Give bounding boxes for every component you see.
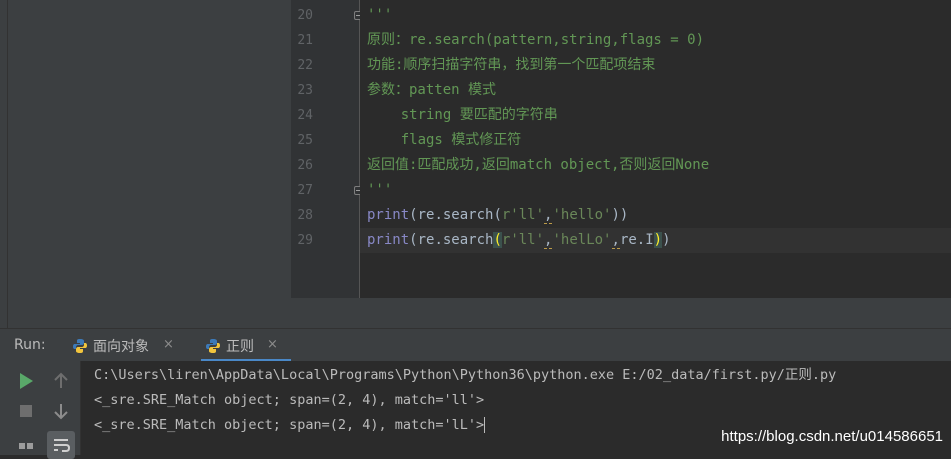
tab-label: 面向对象 xyxy=(93,339,149,355)
line-number: 24 xyxy=(297,108,313,123)
code-line: 原则：re.search(pattern,string,flags = 0) xyxy=(367,28,704,53)
rerun-icon[interactable] xyxy=(14,369,38,393)
line-number-gutter: 20 21 22 23 24 25 26 27 28 29 xyxy=(291,0,363,298)
console-output-line: <_sre.SRE_Match object; span=(2, 4), mat… xyxy=(94,413,486,438)
code-token: 返回值:匹配成功,返回match object,否则返回None xyxy=(367,157,710,173)
line-number: 26 xyxy=(297,158,313,173)
line-number: 29 xyxy=(297,233,313,248)
code-token: (re.search( xyxy=(409,207,502,223)
code-token: flags 模式修正符 xyxy=(367,132,522,148)
code-token: 功能:顺序扫描字符串，找到第一个匹配项结束 xyxy=(367,57,656,73)
layout-icon[interactable] xyxy=(14,435,38,459)
line-number: 25 xyxy=(297,133,313,148)
code-editor[interactable]: ''' 原则：re.search(pattern,string,flags = 0… xyxy=(360,0,951,298)
line-number: 20 xyxy=(297,8,313,23)
run-tool-window-header: Run: 面向对象 × 正则 × xyxy=(0,328,951,362)
code-token: , xyxy=(611,232,620,249)
line-number: 21 xyxy=(297,33,313,48)
code-token: ) xyxy=(653,232,663,248)
line-number: 28 xyxy=(297,208,313,223)
console-output-line: <_sre.SRE_Match object; span=(2, 4), mat… xyxy=(94,392,485,408)
editor-bottom-area xyxy=(291,298,951,328)
code-token: ''' xyxy=(367,7,393,23)
code-token: r'll' xyxy=(501,207,545,223)
code-token: print xyxy=(367,232,410,248)
tab-object-oriented[interactable]: 面向对象 × xyxy=(68,329,188,362)
stop-icon[interactable] xyxy=(14,399,38,423)
structure-panel xyxy=(8,0,291,328)
text-caret xyxy=(484,417,486,433)
code-line: 功能:顺序扫描字符串，找到第一个匹配项结束 xyxy=(367,53,655,78)
watermark: https://blog.csdn.net/u014586651 xyxy=(721,428,943,445)
code-token: string 要匹配的字符串 xyxy=(367,107,558,123)
tab-regex[interactable]: 正则 × xyxy=(201,329,291,362)
code-token: (re.search xyxy=(409,232,494,248)
code-token: re.I xyxy=(619,232,654,248)
code-token: )) xyxy=(611,207,629,223)
arrow-down-icon[interactable] xyxy=(49,399,73,423)
code-line: print(re.search(r'll','hello')) xyxy=(367,203,628,228)
line-number: 23 xyxy=(297,83,313,98)
code-line: flags 模式修正符 xyxy=(367,128,522,153)
code-line: string 要匹配的字符串 xyxy=(367,103,558,128)
code-token: 'hello' xyxy=(552,207,612,223)
project-panel-strip[interactable] xyxy=(0,0,8,328)
tab-label: 正则 xyxy=(226,339,254,355)
code-token: r'll' xyxy=(501,232,545,248)
code-line: print(re.search(r'll','helLo',re.I)) xyxy=(360,228,951,253)
code-token: 'helLo' xyxy=(552,232,612,248)
code-token: ''' xyxy=(367,182,393,198)
python-file-icon xyxy=(206,339,220,353)
code-token: print xyxy=(367,207,410,223)
code-token: 原则：re.search(pattern,string,flags = 0) xyxy=(367,32,705,48)
code-line: ''' xyxy=(367,3,392,28)
run-label: Run: xyxy=(14,337,46,353)
line-number: 27 xyxy=(297,183,313,198)
close-icon[interactable]: × xyxy=(163,337,174,352)
line-number: 22 xyxy=(297,58,313,73)
code-token: 参数：patten 模式 xyxy=(367,82,497,98)
code-line: 返回值:匹配成功,返回match object,否则返回None xyxy=(367,153,709,178)
close-icon[interactable]: × xyxy=(267,337,278,352)
run-toolbar xyxy=(0,361,81,459)
console-command-line: C:\Users\liren\AppData\Local\Programs\Py… xyxy=(94,367,837,383)
code-token: ( xyxy=(493,232,502,248)
console-text: <_sre.SRE_Match object; span=(2, 4), mat… xyxy=(94,417,485,433)
python-file-icon xyxy=(73,339,87,353)
arrow-up-icon[interactable] xyxy=(49,369,73,393)
code-line: 参数：patten 模式 xyxy=(367,78,496,103)
soft-wrap-icon xyxy=(54,439,71,452)
code-token: ) xyxy=(662,232,671,248)
code-line: ''' xyxy=(367,178,392,203)
